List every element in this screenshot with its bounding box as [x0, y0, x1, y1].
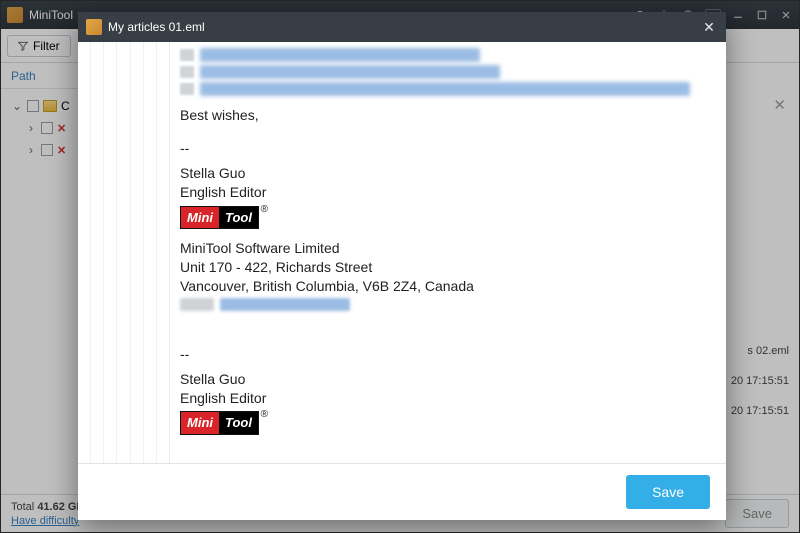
signature-separator: --: [180, 139, 712, 158]
company-name: MiniTool Software Limited: [180, 239, 712, 258]
email-closing: Best wishes,: [180, 106, 712, 125]
logo-mini: Mini: [181, 207, 219, 229]
logo-tool: Tool: [219, 207, 258, 229]
redacted-email: [180, 298, 712, 311]
minitool-logo: Mini Tool ®: [180, 206, 259, 230]
dialog-icon: [86, 19, 102, 35]
logo-tool: Tool: [219, 412, 258, 434]
registered-mark: ®: [261, 203, 268, 217]
signature-role: English Editor: [180, 183, 712, 202]
preview-dialog: My articles 01.eml ✕ Best wishes, -- Ste…: [78, 12, 726, 520]
dialog-title: My articles 01.eml: [108, 20, 205, 34]
logo-mini: Mini: [181, 412, 219, 434]
dialog-close-icon[interactable]: ✕: [700, 18, 718, 36]
signature-separator: --: [180, 345, 712, 364]
preview-ruler: [78, 42, 170, 463]
registered-mark: ®: [261, 408, 268, 422]
redacted-link: [180, 48, 712, 62]
dialog-footer: Save: [78, 464, 726, 520]
address-line-1: Unit 170 - 422, Richards Street: [180, 258, 712, 277]
dialog-titlebar: My articles 01.eml ✕: [78, 12, 726, 42]
redacted-link: [180, 82, 712, 96]
minitool-logo: Mini Tool ®: [180, 411, 259, 435]
address-line-2: Vancouver, British Columbia, V6B 2Z4, Ca…: [180, 277, 712, 296]
signature-role: English Editor: [180, 389, 712, 408]
email-preview[interactable]: Best wishes, -- Stella Guo English Edito…: [170, 42, 726, 463]
dialog-save-button[interactable]: Save: [626, 475, 710, 509]
signature-name: Stella Guo: [180, 370, 712, 389]
signature-name: Stella Guo: [180, 164, 712, 183]
redacted-link: [180, 65, 712, 79]
